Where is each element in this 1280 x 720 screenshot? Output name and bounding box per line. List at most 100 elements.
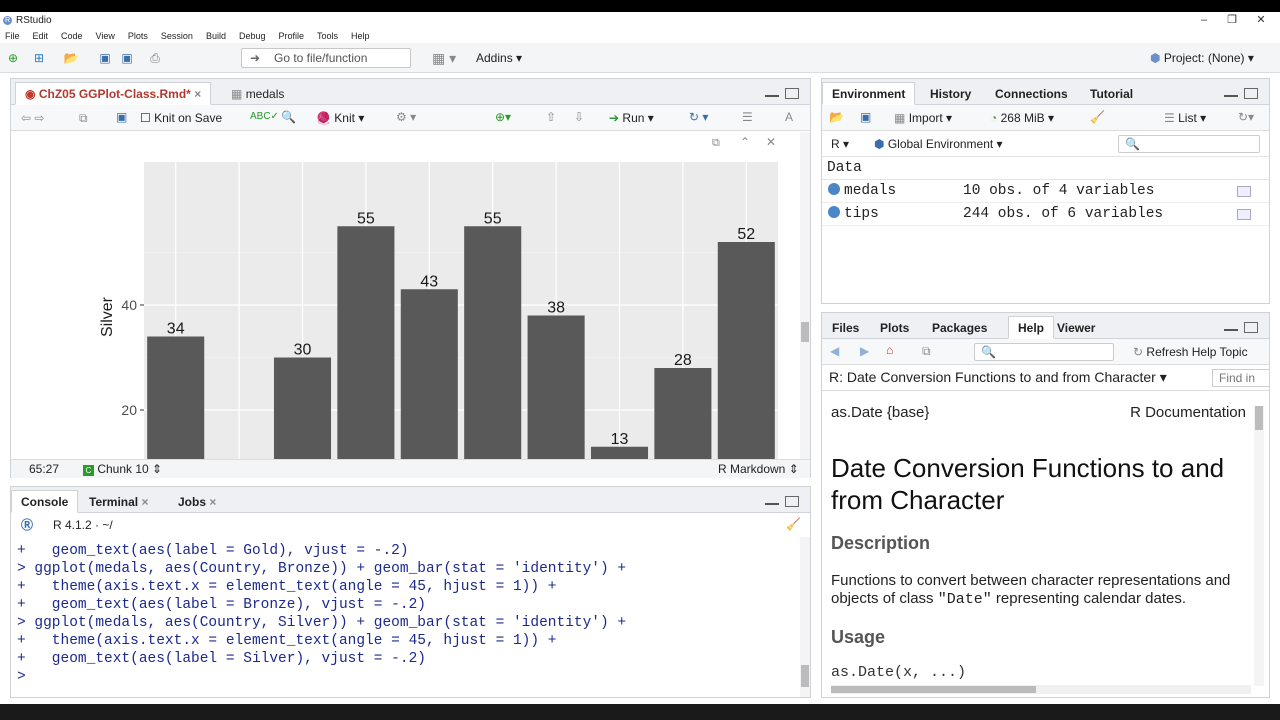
next-chunk-icon[interactable]: ⇩ [574, 110, 584, 124]
find-in-topic-input[interactable]: Find in [1212, 369, 1269, 387]
import-dataset-button[interactable]: ▦ Import ▾ [894, 111, 952, 125]
search-icon[interactable]: 🔍 [281, 110, 296, 124]
tab-plots[interactable]: Plots [870, 316, 919, 339]
expand-tips-icon[interactable] [828, 206, 840, 219]
scope-menu[interactable]: ⬢ Global Environment ▾ [874, 137, 1003, 151]
console-scrollbar[interactable] [800, 537, 810, 697]
menu-debug[interactable]: Debug [239, 31, 266, 41]
tab-viewer[interactable]: Viewer [1047, 316, 1105, 339]
tab-terminal[interactable]: Terminal × [79, 490, 158, 513]
grid-layout-icon[interactable]: ▦ ▾ [432, 51, 456, 65]
source-scrollbar[interactable] [800, 132, 810, 459]
help-minimize-button[interactable] [1224, 327, 1238, 331]
console-prompt[interactable]: > [17, 668, 797, 686]
project-menu[interactable]: ⬢ Project: (None) ▾ [1150, 51, 1254, 65]
view-table-icon[interactable] [1237, 186, 1251, 197]
rerun-icon[interactable]: ↻ ▾ [689, 110, 708, 124]
show-in-window-icon[interactable]: ⧉ [79, 111, 88, 125]
open-file-icon[interactable]: 📂 [63, 50, 79, 66]
new-file-icon[interactable]: ⊕ [5, 50, 21, 66]
help-back-icon[interactable]: ◀ [830, 344, 839, 358]
language-menu[interactable]: R ▾ [831, 137, 849, 151]
tab-tutorial[interactable]: Tutorial [1080, 82, 1143, 105]
refresh-env-icon[interactable]: ↻▾ [1238, 110, 1254, 124]
menu-code[interactable]: Code [61, 31, 83, 41]
tab-environment[interactable]: Environment [822, 82, 916, 105]
collapse-output-icon[interactable]: ⌃ [740, 135, 750, 149]
help-scroll-thumb[interactable] [1255, 406, 1263, 430]
console-output[interactable]: + geom_text(aes(label = Gold), vjust = -… [17, 542, 797, 692]
addins-menu[interactable]: Addins ▾ [476, 51, 522, 65]
view-mode-menu[interactable]: ☰ List ▾ [1164, 111, 1206, 125]
source-scroll-thumb[interactable] [801, 322, 809, 342]
close-window-button[interactable]: ✕ [1249, 12, 1273, 29]
prev-chunk-icon[interactable]: ⇧ [546, 110, 556, 124]
knit-on-save-checkbox[interactable]: ☐ Knit on Save [140, 111, 222, 125]
tab-rmd-file[interactable]: ◉ ChZ05 GGPlot-Class.Rmd* × [15, 82, 212, 105]
format-icon[interactable]: A [785, 110, 793, 124]
close-output-icon[interactable]: ✕ [766, 135, 776, 149]
run-button[interactable]: ➔ Run ▾ [609, 111, 654, 125]
save-workspace-icon[interactable]: ▣ [860, 110, 871, 124]
env-maximize-button[interactable] [1244, 88, 1258, 99]
knit-button[interactable]: 🧶 Knit ▾ [316, 111, 364, 125]
close-tab-icon[interactable]: × [194, 87, 201, 101]
close-jobs-icon[interactable]: × [209, 495, 216, 509]
menu-plots[interactable]: Plots [128, 31, 148, 41]
maximize-pane-button[interactable] [785, 88, 799, 99]
print-icon[interactable]: ⎙ [147, 50, 163, 66]
tab-medals[interactable]: ▦ medals [221, 82, 294, 105]
menu-view[interactable]: View [96, 31, 115, 41]
help-home-icon[interactable]: ⌂ [886, 343, 893, 357]
goto-file-input[interactable]: ➜ Go to file/function [241, 48, 411, 68]
env-row-tips[interactable]: tips 244 obs. of 6 variables [822, 203, 1269, 226]
tab-connections[interactable]: Connections [985, 82, 1078, 105]
close-terminal-icon[interactable]: × [141, 495, 148, 509]
view-table-icon[interactable] [1237, 209, 1251, 220]
help-forward-icon[interactable]: ▶ [860, 344, 869, 358]
console-scroll-thumb[interactable] [801, 665, 809, 687]
help-popout-icon[interactable]: ⧉ [922, 344, 931, 358]
help-topic-menu[interactable]: R: Date Conversion Functions to and from… [829, 370, 1167, 384]
console-minimize-button[interactable] [765, 501, 779, 505]
help-hscrollbar[interactable] [831, 685, 1251, 694]
outline-icon[interactable]: ☰ [742, 110, 753, 124]
spellcheck-icon[interactable]: ABC✓ [250, 110, 279, 124]
minimize-pane-button[interactable] [765, 93, 779, 97]
menu-session[interactable]: Session [161, 31, 193, 41]
env-minimize-button[interactable] [1224, 93, 1238, 97]
env-search-input[interactable]: 🔍 [1118, 135, 1260, 153]
menu-build[interactable]: Build [206, 31, 226, 41]
env-row-medals[interactable]: medals 10 obs. of 4 variables [822, 180, 1269, 203]
menu-file[interactable]: File [5, 31, 20, 41]
chunk-selector[interactable]: C Chunk 10 ⇕ [83, 462, 162, 476]
tab-console[interactable]: Console [11, 490, 79, 513]
load-workspace-icon[interactable]: 📂 [829, 110, 844, 124]
back-forward-icons[interactable]: ⇦ ⇨ [21, 111, 44, 125]
clear-objects-broom-icon[interactable]: 🧹 [1090, 110, 1105, 124]
save-all-icon[interactable]: ▣ [119, 50, 135, 66]
tab-packages[interactable]: Packages [922, 316, 997, 339]
menu-edit[interactable]: Edit [33, 31, 49, 41]
expand-medals-icon[interactable] [828, 183, 840, 196]
help-scrollbar[interactable] [1254, 406, 1264, 686]
tab-history[interactable]: History [920, 82, 981, 105]
refresh-help-button[interactable]: ↻ Refresh Help Topic [1133, 345, 1248, 359]
help-search-input[interactable]: 🔍 [974, 343, 1114, 361]
doc-type-selector[interactable]: R Markdown ⇕ [718, 462, 799, 476]
menu-help[interactable]: Help [351, 31, 370, 41]
expand-output-icon[interactable]: ⧉ [712, 136, 720, 150]
help-hscroll-thumb[interactable] [831, 686, 1036, 693]
tab-files[interactable]: Files [822, 316, 869, 339]
tab-jobs[interactable]: Jobs × [168, 490, 226, 513]
new-project-icon[interactable]: ⊞ [31, 50, 47, 66]
minimize-button[interactable]: – [1192, 12, 1216, 29]
save-doc-icon[interactable]: ▣ [116, 110, 127, 124]
save-icon[interactable]: ▣ [97, 50, 113, 66]
clear-console-icon[interactable]: 🧹 [786, 517, 801, 531]
maximize-button[interactable]: ❐ [1220, 12, 1244, 29]
console-maximize-button[interactable] [785, 496, 799, 507]
insert-chunk-icon[interactable]: ⊕▾ [495, 110, 511, 124]
memory-usage-button[interactable]: ◔ 268 MiB ▾ [990, 111, 1054, 125]
settings-gear-icon[interactable]: ⚙ ▾ [396, 110, 416, 124]
